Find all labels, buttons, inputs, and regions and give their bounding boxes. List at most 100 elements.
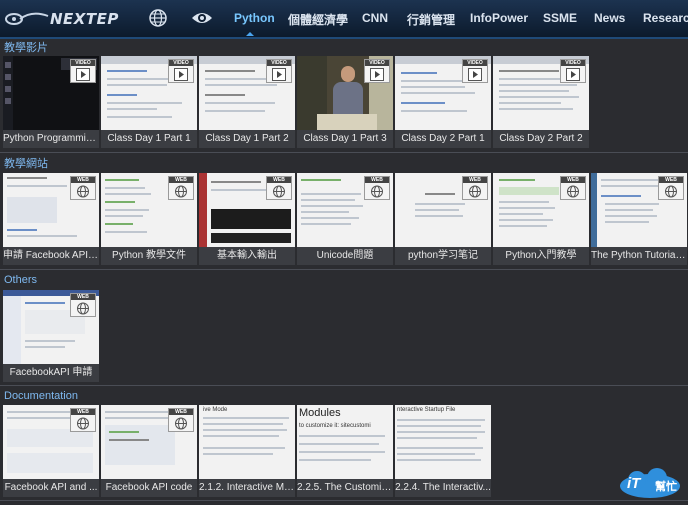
section-header-documentation: Documentation	[0, 388, 688, 404]
tile-caption: python学习笔记	[395, 247, 491, 265]
play-icon	[468, 68, 482, 81]
globe-icon	[175, 185, 187, 198]
logo-text: NEXTEP	[50, 10, 119, 28]
logo-swirl-icon	[5, 12, 49, 25]
tab-microeconomics[interactable]: 個體經濟學	[288, 11, 348, 28]
nextep-logo[interactable]: NEXTEP	[4, 6, 119, 32]
play-icon	[76, 68, 90, 81]
section-header-videos: 教學影片	[0, 40, 688, 56]
video-badge: VIDEO	[364, 59, 390, 83]
video-badge: VIDEO	[168, 59, 194, 83]
tile-caption: Class Day 2 Part 1	[395, 130, 491, 148]
tile-caption: Class Day 1 Part 3	[297, 130, 393, 148]
web-badge: WEB	[266, 176, 292, 200]
video-tile[interactable]: VIDEO Class Day 1 Part 2	[199, 56, 295, 148]
tile-caption: 申請 Facebook API ...	[3, 247, 99, 265]
web-thumbnail: ive Mode	[199, 405, 295, 479]
web-badge: WEB	[462, 176, 488, 200]
globe-icon	[77, 302, 89, 315]
web-badge: WEB	[658, 176, 684, 200]
globe-icon[interactable]	[149, 9, 167, 27]
web-tile[interactable]: WEB The Python Tutorial ...	[591, 173, 687, 265]
tile-caption: Unicode問題	[297, 247, 393, 265]
play-icon	[566, 68, 580, 81]
tile-caption: 2.2.4. The Interactiv...	[395, 479, 491, 497]
tile-caption: Python Programming...	[3, 130, 99, 148]
web-badge: WEB	[70, 293, 96, 317]
web-tile[interactable]: WEB 申請 Facebook API ...	[3, 173, 99, 265]
tile-caption: Class Day 2 Part 2	[493, 130, 589, 148]
tile-caption: Facebook API and ...	[3, 479, 99, 497]
tab-news[interactable]: News	[594, 11, 625, 25]
section-title: Others	[4, 274, 38, 286]
tile-caption: 基本輸入輸出	[199, 247, 295, 265]
tab-python[interactable]: Python	[234, 11, 275, 25]
video-badge: VIDEO	[462, 59, 488, 83]
tile-caption: Python 教學文件	[101, 247, 197, 265]
active-tab-indicator	[246, 32, 254, 36]
play-icon	[370, 68, 384, 81]
web-tile[interactable]: nteractive Startup File 2.2.4. The Inter…	[395, 405, 491, 497]
tab-infopower[interactable]: InfoPower	[470, 11, 528, 25]
eye-icon[interactable]	[191, 10, 213, 26]
globe-icon	[567, 185, 579, 198]
web-badge: WEB	[168, 176, 194, 200]
globe-icon	[175, 417, 187, 430]
web-badge: WEB	[560, 176, 586, 200]
tile-caption: Python入門教學	[493, 247, 589, 265]
globe-icon	[77, 417, 89, 430]
web-thumbnail: Modules to customize it: sitecustomi	[297, 405, 393, 479]
web-tile[interactable]: WEB Python 教學文件	[101, 173, 197, 265]
tile-caption: Class Day 1 Part 2	[199, 130, 295, 148]
web-tile[interactable]: WEB Facebook API code	[101, 405, 197, 497]
section-divider	[0, 385, 688, 386]
tile-caption: 2.1.2. Interactive Mo...	[199, 479, 295, 497]
section-header-websites: 教學網站	[0, 156, 688, 172]
tab-cnn[interactable]: CNN	[362, 11, 388, 25]
section-divider	[0, 152, 688, 153]
section-title: 教學網站	[4, 158, 48, 170]
web-tile[interactable]: WEB Facebook API and ...	[3, 405, 99, 497]
video-badge: VIDEO	[70, 59, 96, 83]
web-tile[interactable]: WEB Python入門教學	[493, 173, 589, 265]
web-badge: WEB	[168, 408, 194, 432]
web-tile[interactable]: WEB FacebookAPI 申請	[3, 290, 99, 382]
section-divider	[0, 500, 688, 501]
tile-caption: 2.2.5. The Customiz...	[297, 479, 393, 497]
web-tile[interactable]: ive Mode 2.1.2. Interactive Mo...	[199, 405, 295, 497]
web-tile[interactable]: WEB python学习笔记	[395, 173, 491, 265]
play-icon	[272, 68, 286, 81]
tab-research[interactable]: Research	[643, 11, 688, 25]
top-nav-bar: NEXTEP Python 個體經濟學 CNN 行銷管理 InfoPower S…	[0, 0, 688, 39]
video-badge: VIDEO	[266, 59, 292, 83]
web-thumbnail: nteractive Startup File	[395, 405, 491, 479]
thumb-heading: Modules	[299, 407, 341, 419]
tab-ssme[interactable]: SSME	[543, 11, 577, 25]
section-header-others: Others	[0, 272, 688, 288]
globe-icon	[273, 185, 285, 198]
video-tile[interactable]: VIDEO Class Day 2 Part 1	[395, 56, 491, 148]
thumb-heading: ive Mode	[203, 407, 228, 413]
globe-icon	[665, 185, 677, 198]
ithelp-watermark-logo: iT 幫忙	[617, 468, 683, 500]
section-divider	[0, 269, 688, 270]
video-tile[interactable]: VIDEO Class Day 1 Part 1	[101, 56, 197, 148]
video-tile[interactable]: VIDEO Python Programming...	[3, 56, 99, 148]
web-badge: WEB	[70, 176, 96, 200]
video-tile[interactable]: VIDEO Class Day 1 Part 3	[297, 56, 393, 148]
web-badge: WEB	[70, 408, 96, 432]
web-tile[interactable]: WEB 基本輸入輸出	[199, 173, 295, 265]
section-title: Documentation	[4, 390, 78, 402]
web-badge: WEB	[364, 176, 390, 200]
video-badge: VIDEO	[560, 59, 586, 83]
thumb-heading: nteractive Startup File	[397, 407, 456, 413]
video-tile[interactable]: VIDEO Class Day 2 Part 2	[493, 56, 589, 148]
web-tile[interactable]: WEB Unicode問題	[297, 173, 393, 265]
globe-icon	[77, 185, 89, 198]
tile-caption: Class Day 1 Part 1	[101, 130, 197, 148]
tab-marketing-management[interactable]: 行銷管理	[407, 11, 455, 28]
tile-caption: FacebookAPI 申請	[3, 364, 99, 382]
web-tile[interactable]: Modules to customize it: sitecustomi 2.2…	[297, 405, 393, 497]
thumb-line: to customize it: sitecustomi	[299, 423, 371, 429]
globe-icon	[371, 185, 383, 198]
